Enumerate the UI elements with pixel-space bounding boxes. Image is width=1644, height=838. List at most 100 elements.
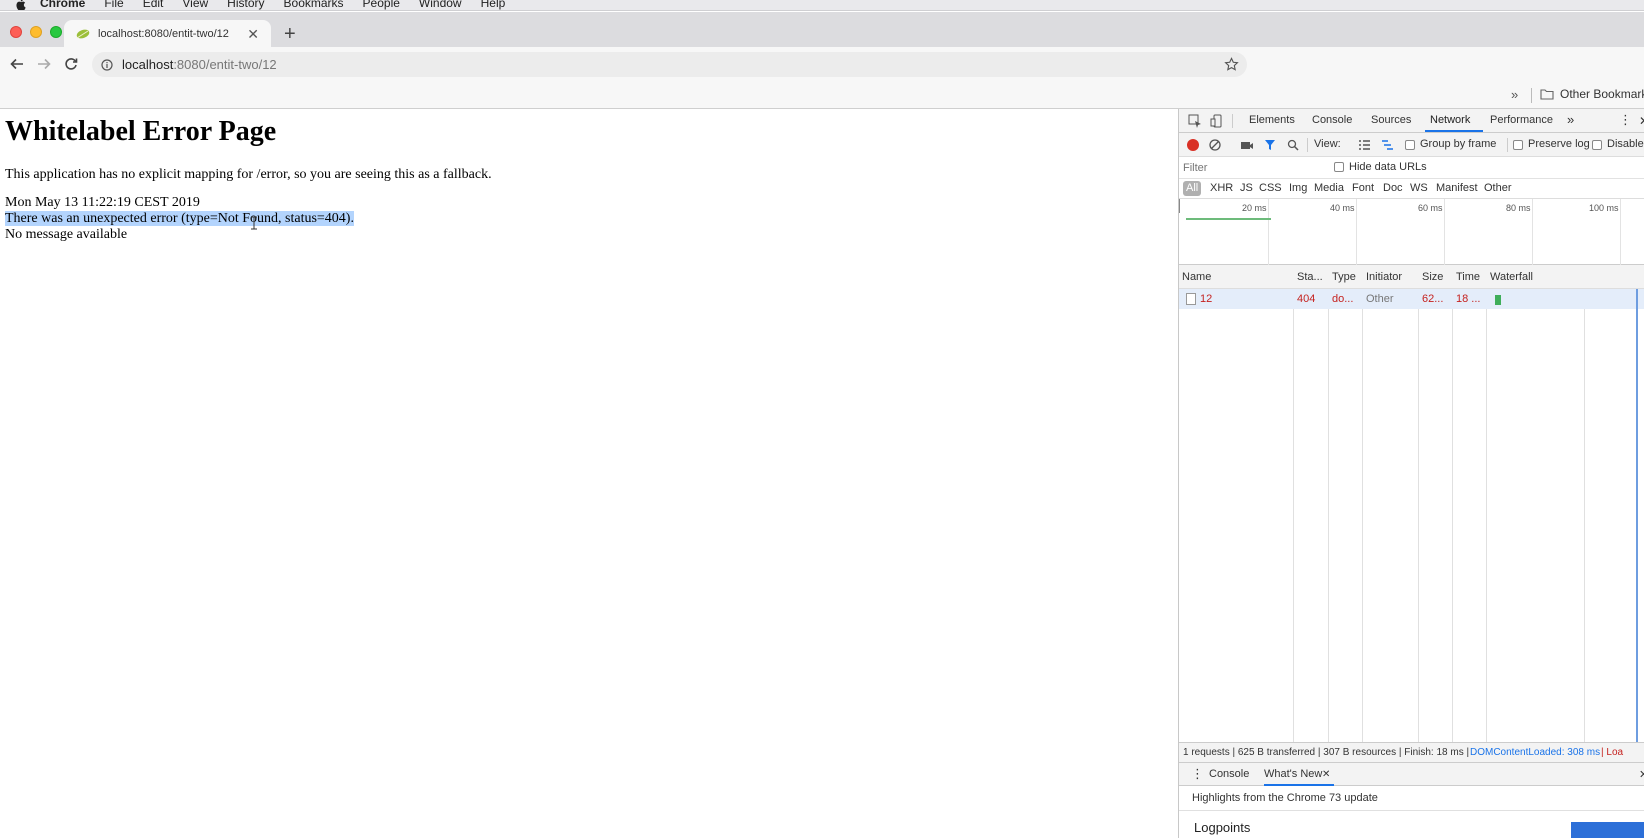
column-header-waterfall[interactable]: Waterfall	[1490, 271, 1533, 283]
bookmarks-bar: » Other Bookmarks	[0, 82, 1644, 109]
tab-sources[interactable]: Sources	[1371, 114, 1411, 126]
apple-icon[interactable]	[14, 0, 28, 11]
active-tab-indicator	[1425, 130, 1483, 132]
whats-new-logpoints-title[interactable]: Logpoints	[1194, 820, 1250, 835]
load-event-line	[1636, 289, 1638, 742]
type-filter-font[interactable]: Font	[1352, 182, 1374, 194]
type-filter-js[interactable]: JS	[1240, 182, 1253, 194]
type-filter-img[interactable]: Img	[1289, 182, 1307, 194]
device-toolbar-icon[interactable]	[1210, 114, 1224, 128]
column-header-initiator[interactable]: Initiator	[1366, 271, 1402, 283]
minimize-window-button[interactable]	[30, 26, 42, 38]
address-bar[interactable]: localhost:8080/entit-two/12	[92, 52, 1247, 77]
tab-elements[interactable]: Elements	[1249, 114, 1295, 126]
spring-leaf-icon	[76, 29, 90, 39]
new-tab-button[interactable]: +	[284, 23, 296, 45]
large-rows-icon[interactable]	[1358, 139, 1371, 151]
whats-new-panel: Highlights from the Chrome 73 update Log…	[1179, 786, 1644, 838]
bookmark-star-icon[interactable]	[1224, 57, 1239, 72]
type-filter-xhr[interactable]: XHR	[1210, 182, 1233, 194]
overview-gridline	[1620, 199, 1621, 265]
waterfall-view-icon[interactable]	[1381, 139, 1394, 151]
clear-icon[interactable]	[1209, 139, 1221, 151]
disable-cache-label: Disable	[1607, 138, 1644, 150]
group-by-frame-checkbox[interactable]	[1405, 140, 1415, 150]
drawer-tab-console[interactable]: Console	[1209, 768, 1249, 780]
menu-help[interactable]: Help	[481, 0, 506, 9]
overview-gridline	[1444, 199, 1445, 265]
menu-view[interactable]: View	[182, 0, 208, 9]
type-filter-ws[interactable]: WS	[1410, 182, 1428, 194]
column-divider	[1452, 265, 1453, 742]
disable-cache-checkbox[interactable]	[1592, 140, 1602, 150]
bookmarks-overflow-button[interactable]: »	[1511, 87, 1518, 102]
tab-close-icon[interactable]: ✕	[247, 26, 259, 43]
network-overview[interactable]: 20 ms 40 ms 60 ms 80 ms 100 ms	[1179, 199, 1644, 265]
drawer-tab-close-icon[interactable]: ✕	[1322, 769, 1330, 780]
document-icon	[1186, 293, 1196, 305]
preserve-log-checkbox[interactable]	[1513, 140, 1523, 150]
menu-app-chrome[interactable]: Chrome	[40, 0, 85, 9]
record-button[interactable]	[1187, 139, 1199, 151]
column-divider	[1486, 265, 1487, 742]
type-filter-manifest[interactable]: Manifest	[1436, 182, 1478, 194]
filter-icon[interactable]	[1264, 139, 1276, 151]
menu-window[interactable]: Window	[419, 0, 462, 9]
summary-dom-content-loaded: DOMContentLoaded: 308 ms	[1470, 747, 1601, 758]
reload-icon	[65, 58, 78, 70]
error-details: Mon May 13 11:22:19 CEST 2019 There was …	[5, 195, 354, 243]
type-filter-all[interactable]: All	[1183, 181, 1202, 196]
overview-gridline	[1179, 199, 1180, 213]
tab-network[interactable]: Network	[1430, 114, 1470, 126]
menu-history[interactable]: History	[227, 0, 264, 9]
type-filter-media[interactable]: Media	[1314, 182, 1344, 194]
camera-icon[interactable]	[1240, 139, 1254, 151]
overview-gridline	[1356, 199, 1357, 265]
filter-input[interactable]	[1183, 160, 1323, 176]
info-icon[interactable]	[101, 58, 113, 71]
column-divider	[1293, 265, 1294, 742]
search-icon[interactable]	[1287, 139, 1299, 151]
close-devtools-icon[interactable]: ✕	[1639, 114, 1644, 128]
url-host: localhost	[122, 57, 174, 72]
column-header-name[interactable]: Name	[1182, 271, 1211, 283]
browser-tab[interactable]: localhost:8080/entit-two/12 ✕	[64, 20, 271, 48]
kebab-menu-icon[interactable]: ⋮	[1619, 112, 1632, 128]
type-filter-css[interactable]: CSS	[1259, 182, 1282, 194]
column-header-time[interactable]: Time	[1456, 271, 1480, 283]
forward-button[interactable]	[35, 55, 53, 73]
filter-bar: Hide data URLs	[1179, 157, 1644, 179]
tab-console[interactable]: Console	[1312, 114, 1352, 126]
close-window-button[interactable]	[10, 26, 22, 38]
column-header-status[interactable]: Sta...	[1297, 271, 1323, 283]
back-button[interactable]	[8, 55, 26, 73]
drawer-tab-whats-new[interactable]: What's New	[1264, 768, 1322, 780]
tab-performance[interactable]: Performance	[1490, 114, 1553, 126]
menu-people[interactable]: People	[363, 0, 400, 9]
reload-button[interactable]	[62, 55, 80, 73]
column-header-size[interactable]: Size	[1422, 271, 1443, 283]
view-label: View:	[1314, 138, 1341, 150]
network-requests-table: Name Sta... Type Initiator Size Time Wat…	[1179, 265, 1644, 742]
other-bookmarks-button[interactable]: Other Bookmarks	[1560, 87, 1644, 101]
type-filter-doc[interactable]: Doc	[1383, 182, 1403, 194]
column-divider	[1328, 265, 1329, 742]
menu-edit[interactable]: Edit	[143, 0, 164, 9]
table-row[interactable]: 12 404 do... Other 62... 18 ...	[1179, 289, 1644, 309]
menu-file[interactable]: File	[104, 0, 123, 9]
close-drawer-icon[interactable]: ✕	[1639, 768, 1644, 781]
column-header-type[interactable]: Type	[1332, 271, 1356, 283]
more-tabs-button[interactable]: »	[1567, 112, 1574, 127]
overview-gridline	[1532, 199, 1533, 265]
network-summary-bar: 1 requests | 625 B transferred | 307 B r…	[1179, 742, 1644, 762]
inspect-element-icon[interactable]	[1188, 114, 1202, 128]
resource-type-filters: All XHR JS CSS Img Media Font Doc WS Man…	[1179, 179, 1644, 199]
hide-data-urls-checkbox[interactable]	[1334, 162, 1344, 172]
devtools-panel: Elements Console Sources Network Perform…	[1178, 109, 1644, 838]
cell-status: 404	[1297, 293, 1316, 305]
waterfall-bar	[1495, 295, 1501, 305]
type-filter-other[interactable]: Other	[1484, 182, 1512, 194]
maximize-window-button[interactable]	[50, 26, 62, 38]
menu-bookmarks[interactable]: Bookmarks	[284, 0, 344, 9]
drawer-menu-icon[interactable]: ⋮	[1191, 766, 1204, 782]
